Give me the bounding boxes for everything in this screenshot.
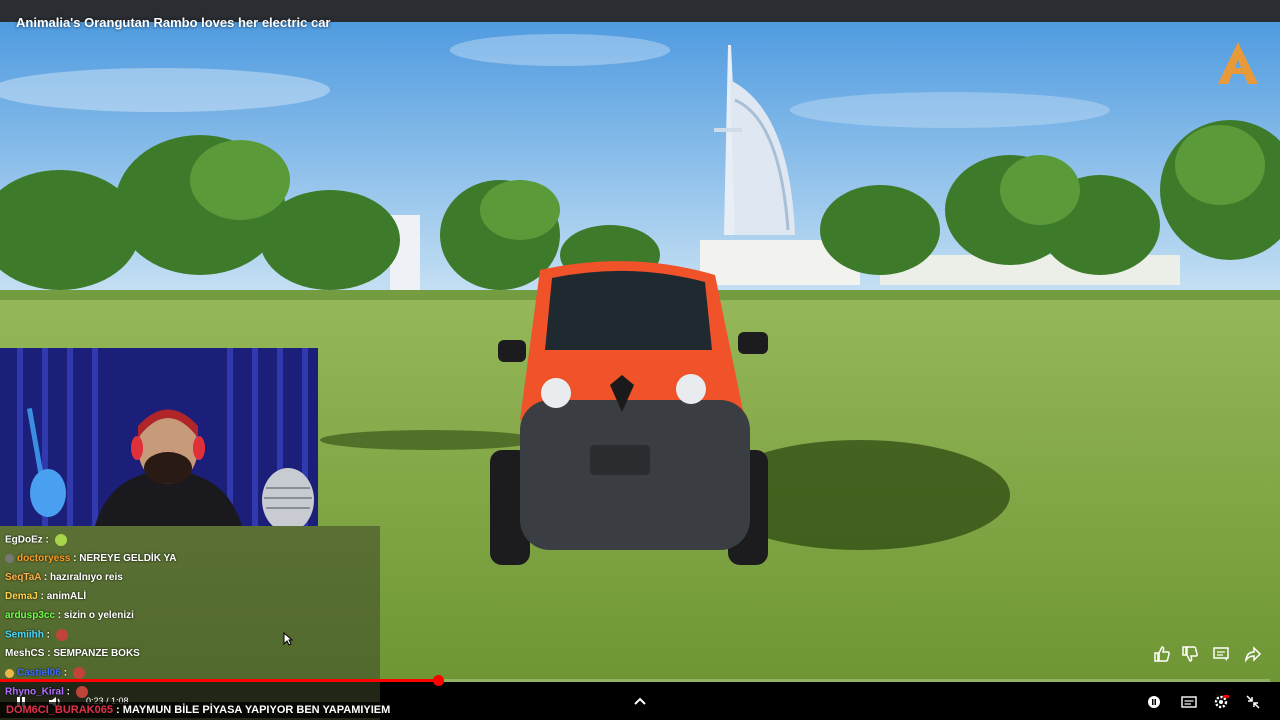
chat-message: MeshCS : SEMPANZE BOKS	[5, 648, 140, 659]
chat-username: DemaJ	[5, 591, 38, 602]
dislike-icon	[1182, 646, 1198, 662]
badge-icon	[5, 553, 14, 563]
chat-separator: :	[44, 648, 54, 659]
dislike-button[interactable]	[1177, 641, 1203, 667]
chat-username: SeqTaA	[5, 572, 42, 583]
share-icon	[1244, 646, 1262, 663]
video-title: Animalia's Orangutan Rambo loves her ele…	[16, 15, 331, 30]
emote-icon	[55, 629, 68, 641]
emote-icon	[72, 667, 85, 679]
share-button[interactable]	[1240, 641, 1266, 667]
chat-username: Castiel06	[17, 667, 61, 679]
banner-username: DOM6CI_BURAK065	[6, 704, 113, 716]
chat-message: doctoryess : NEREYE GELDİK YA	[5, 553, 177, 564]
chat-separator: :	[70, 553, 80, 564]
chat-username: MeshCS	[5, 648, 45, 659]
chat-text: NEREYE GELDİK YA	[79, 553, 177, 564]
channel-logo-icon	[1214, 40, 1262, 91]
chat-text: SEMPANZE BOKS	[53, 648, 140, 659]
chat-message: Castiel06 :	[5, 667, 85, 679]
exit-fullscreen-button[interactable]	[1243, 693, 1263, 711]
autoplay-toggle-icon	[1148, 696, 1160, 708]
progress-played	[0, 679, 439, 682]
chat-message: EgDoEz :	[5, 534, 67, 546]
chat-username: ardusp3cc	[5, 610, 56, 621]
progress-bar[interactable]	[0, 675, 1270, 686]
chat-text: hazıralnıyo reis	[50, 572, 123, 583]
chat-separator: :	[42, 534, 52, 546]
like-button[interactable]	[1149, 641, 1175, 667]
comments-button[interactable]	[1208, 641, 1234, 667]
exit-fullscreen-icon	[1246, 695, 1260, 709]
chat-separator: :	[41, 572, 51, 583]
chat-message: ardusp3cc : sizin o yelenizi	[5, 610, 134, 621]
chat-overlay: EgDoEz : doctoryess : NEREYE GELDİK YA S…	[0, 526, 380, 720]
banner-separator: :	[112, 704, 123, 716]
mouse-cursor-icon	[283, 631, 294, 651]
webcam-overlay	[0, 348, 318, 526]
chat-separator: :	[63, 686, 73, 698]
like-icon	[1154, 646, 1170, 662]
emote-icon	[54, 534, 67, 546]
chat-highlight-banner: DOM6CI_BURAK065 : MAYMUN BİLE PİYASA YAP…	[0, 702, 397, 718]
chevron-up-icon	[634, 697, 646, 705]
chat-message: DemaJ : animALİ	[5, 591, 86, 602]
more-videos-button[interactable]	[630, 692, 650, 710]
autoplay-toggle[interactable]	[1144, 693, 1164, 711]
chat-separator: :	[60, 667, 70, 679]
settings-icon	[1214, 695, 1229, 709]
chat-separator: :	[55, 610, 64, 621]
chat-username: doctoryess	[17, 553, 71, 564]
badge-icon	[5, 668, 14, 678]
comment-icon	[1213, 647, 1229, 661]
chat-message: SeqTaA : hazıralnıyo reis	[5, 572, 123, 583]
chat-username: Semiihh	[5, 629, 44, 641]
chat-username: EgDoEz	[5, 534, 43, 546]
chat-separator: :	[43, 629, 53, 641]
chat-message: Semiihh :	[5, 629, 68, 641]
banner-text: MAYMUN BİLE PİYASA YAPIYOR BEN YAPAMIYIE…	[122, 704, 391, 716]
chat-text: sizin o yelenizi	[63, 610, 134, 621]
chat-text: animALİ	[46, 591, 87, 602]
subtitles-button[interactable]	[1178, 693, 1200, 711]
settings-button[interactable]	[1210, 692, 1232, 712]
chat-separator: :	[37, 591, 47, 602]
subtitles-icon	[1181, 696, 1197, 708]
